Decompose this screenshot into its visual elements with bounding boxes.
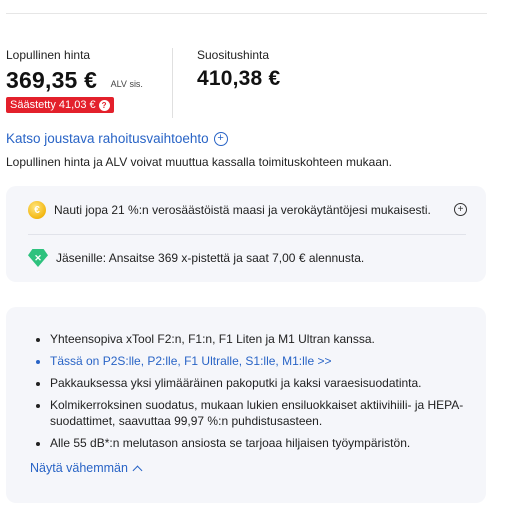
- recommended-price-label: Suositushinta: [197, 48, 270, 62]
- final-price-label: Lopullinen hinta: [6, 48, 91, 62]
- savings-badge-text: Säästetty 41,03 €: [10, 99, 96, 111]
- benefits-card: € Nauti jopa 21 %:n verosäästöistä maasi…: [6, 186, 486, 282]
- recommended-price-value: 410,38 €: [197, 67, 281, 90]
- vat-disclaimer: Lopullinen hinta ja ALV voivat muuttua k…: [6, 155, 393, 169]
- features-card: Yhteensopiva xTool F2:n, F1:n, F1 Liten …: [6, 307, 486, 503]
- final-price-value: 369,35 €: [6, 67, 98, 93]
- coin-icon: €: [28, 201, 46, 219]
- show-less-button[interactable]: Näytä vähemmän: [30, 461, 143, 475]
- benefits-divider: [28, 234, 466, 235]
- vat-included-note: ALV sis.: [110, 79, 143, 89]
- member-points-text: Jäsenille: Ansaitse 369 x-pistettä ja sa…: [56, 251, 365, 265]
- gem-icon: ✕: [28, 249, 48, 267]
- expand-icon[interactable]: +: [454, 203, 467, 216]
- list-item: Pakkauksessa yksi ylimääräinen pakoputki…: [50, 375, 480, 391]
- chevron-up-icon[interactable]: [132, 465, 143, 475]
- final-price-block: Lopullinen hinta 369,35 € ALV sis. Sääst…: [6, 48, 143, 113]
- tax-savings-row: € Nauti jopa 21 %:n verosäästöistä maasi…: [28, 201, 431, 219]
- list-item: Alle 55 dB*:n melutason ansiosta se tarj…: [50, 435, 480, 451]
- features-list: Yhteensopiva xTool F2:n, F1:n, F1 Liten …: [30, 331, 480, 457]
- plus-circle-icon[interactable]: +: [213, 131, 228, 146]
- show-less-label[interactable]: Näytä vähemmän: [30, 461, 128, 475]
- question-icon[interactable]: ?: [98, 99, 110, 111]
- recommended-price-block: Suositushinta 410,38 €: [197, 48, 280, 91]
- price-divider: [172, 48, 173, 118]
- financing-link[interactable]: Katso joustava rahoitusvaihtoehto +: [6, 131, 228, 146]
- financing-link-label[interactable]: Katso joustava rahoitusvaihtoehto: [6, 131, 209, 146]
- top-divider: [6, 13, 487, 14]
- list-item: Yhteensopiva xTool F2:n, F1:n, F1 Liten …: [50, 331, 480, 347]
- compatibility-link[interactable]: Tässä on P2S:lle, P2:lle, F1 Ultralle, S…: [50, 353, 480, 369]
- tax-savings-text: Nauti jopa 21 %:n verosäästöistä maasi j…: [54, 203, 431, 217]
- list-item: Kolmikerroksinen suodatus, mukaan lukien…: [50, 397, 480, 429]
- member-points-row: ✕ Jäsenille: Ansaitse 369 x-pistettä ja …: [28, 249, 364, 267]
- savings-badge: Säästetty 41,03 € ?: [6, 97, 114, 113]
